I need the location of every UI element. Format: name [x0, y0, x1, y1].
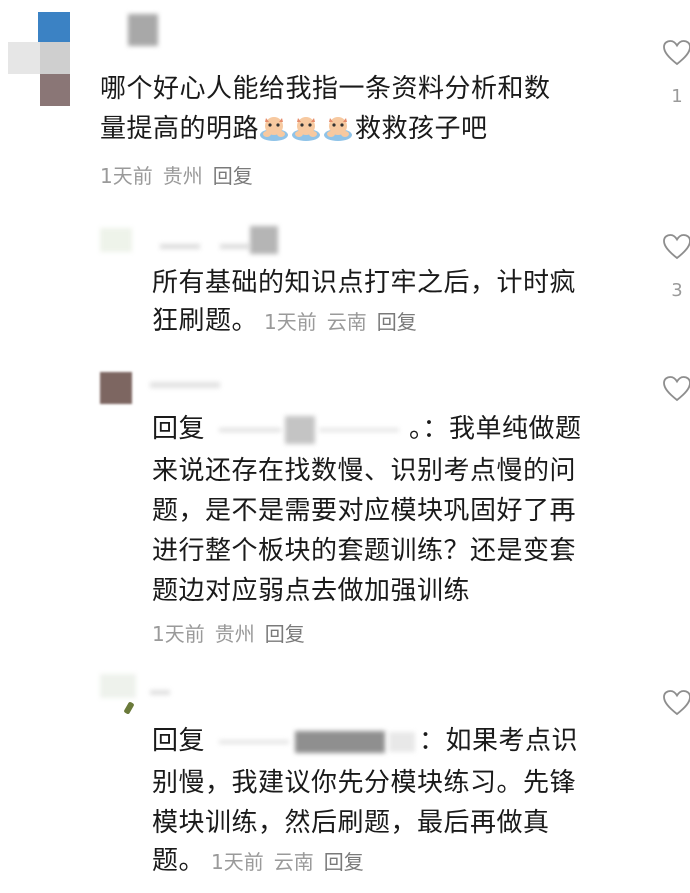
- avatar[interactable]: [100, 674, 140, 718]
- comment-text-part: 。：我单纯做题: [409, 414, 582, 444]
- comment-text-line: 题。 1天前 云南 回复: [152, 842, 364, 881]
- comment-text-part: 量提高的明路: [100, 114, 260, 144]
- avatar[interactable]: [8, 12, 78, 107]
- timestamp: 1天前: [152, 622, 205, 646]
- mentioned-username-redacted[interactable]: [285, 415, 316, 444]
- comment-text-part: 救救孩子吧: [355, 114, 488, 144]
- comment-text-line: 题边对应弱点去做加强训练: [152, 576, 471, 606]
- mentioned-username-redacted[interactable]: [389, 731, 416, 752]
- location: 贵州: [162, 164, 203, 188]
- comment-text-part: 题。: [152, 846, 206, 876]
- comment-text-line: 狂刷题。 1天前 云南 回复: [152, 302, 417, 341]
- reply-button[interactable]: 回复: [377, 310, 417, 334]
- comment-text-line: 进行整个板块的套题训练？还是变套: [152, 536, 577, 566]
- heart-outline-icon[interactable]: [662, 38, 690, 68]
- username-redacted[interactable]: [160, 226, 280, 256]
- comment-text-line: 量提高的明路 救救孩子吧: [100, 110, 488, 148]
- avatar[interactable]: [100, 372, 132, 404]
- comment-text-part: ：如果考点识: [419, 726, 579, 756]
- location: 贵州: [214, 622, 255, 646]
- timestamp: 1天前: [100, 164, 153, 188]
- cat-paw-emoji: [260, 117, 289, 141]
- reply-prefix: 回复: [152, 414, 206, 444]
- mentioned-username-redacted[interactable]: [319, 427, 400, 432]
- comment-text-line: 模块训练，然后刷题，最后再做真: [152, 808, 550, 838]
- comment-text-line: 来说还存在找数慢、识别考点慢的问: [152, 456, 577, 486]
- comment-text-line: 题，是不是需要对应模块巩固好了再: [152, 496, 577, 526]
- comment-text-line: 别慢，我建议你先分模块练习。先锋: [152, 768, 577, 798]
- comment-text-line: 所有基础的知识点打牢之后，计时疯: [152, 268, 577, 298]
- mentioned-username-redacted[interactable]: [295, 730, 386, 753]
- comment-meta: 1天前 云南 回复: [211, 850, 364, 874]
- heart-outline-icon[interactable]: [662, 688, 690, 718]
- avatar[interactable]: [100, 228, 132, 252]
- mentioned-username-redacted[interactable]: [219, 427, 282, 432]
- like-count: 1: [671, 86, 683, 107]
- comment-meta: 1天前 贵州 回复: [152, 618, 305, 647]
- timestamp: 1天前: [264, 310, 317, 334]
- comment-meta: 1天前 云南 回复: [264, 310, 417, 334]
- mentioned-username-redacted[interactable]: [219, 739, 290, 744]
- heart-outline-icon[interactable]: [662, 232, 690, 262]
- comment-text-part: 狂刷题。: [152, 306, 259, 336]
- reply-prefix: 回复: [152, 726, 206, 756]
- cat-paw-emoji: [324, 117, 353, 141]
- heart-outline-icon[interactable]: [662, 374, 690, 404]
- reply-button[interactable]: 回复: [213, 164, 253, 188]
- username-redacted[interactable]: [150, 382, 220, 388]
- location: 云南: [326, 310, 367, 334]
- timestamp: 1天前: [211, 850, 264, 874]
- location: 云南: [273, 850, 314, 874]
- comment-text-line: 回复 。：我单纯做题: [152, 410, 582, 448]
- reply-button[interactable]: 回复: [265, 622, 305, 646]
- like-count: 3: [671, 280, 683, 301]
- username-redacted[interactable]: [128, 14, 158, 46]
- comment-text-line: 哪个好心人能给我指一条资料分析和数: [100, 74, 551, 104]
- username-redacted[interactable]: [150, 690, 170, 695]
- reply-button[interactable]: 回复: [324, 850, 364, 874]
- comment-text-line: 回复 ：如果考点识: [152, 722, 578, 760]
- cat-paw-emoji: [292, 117, 321, 141]
- comment-meta: 1天前 贵州 回复: [100, 160, 253, 189]
